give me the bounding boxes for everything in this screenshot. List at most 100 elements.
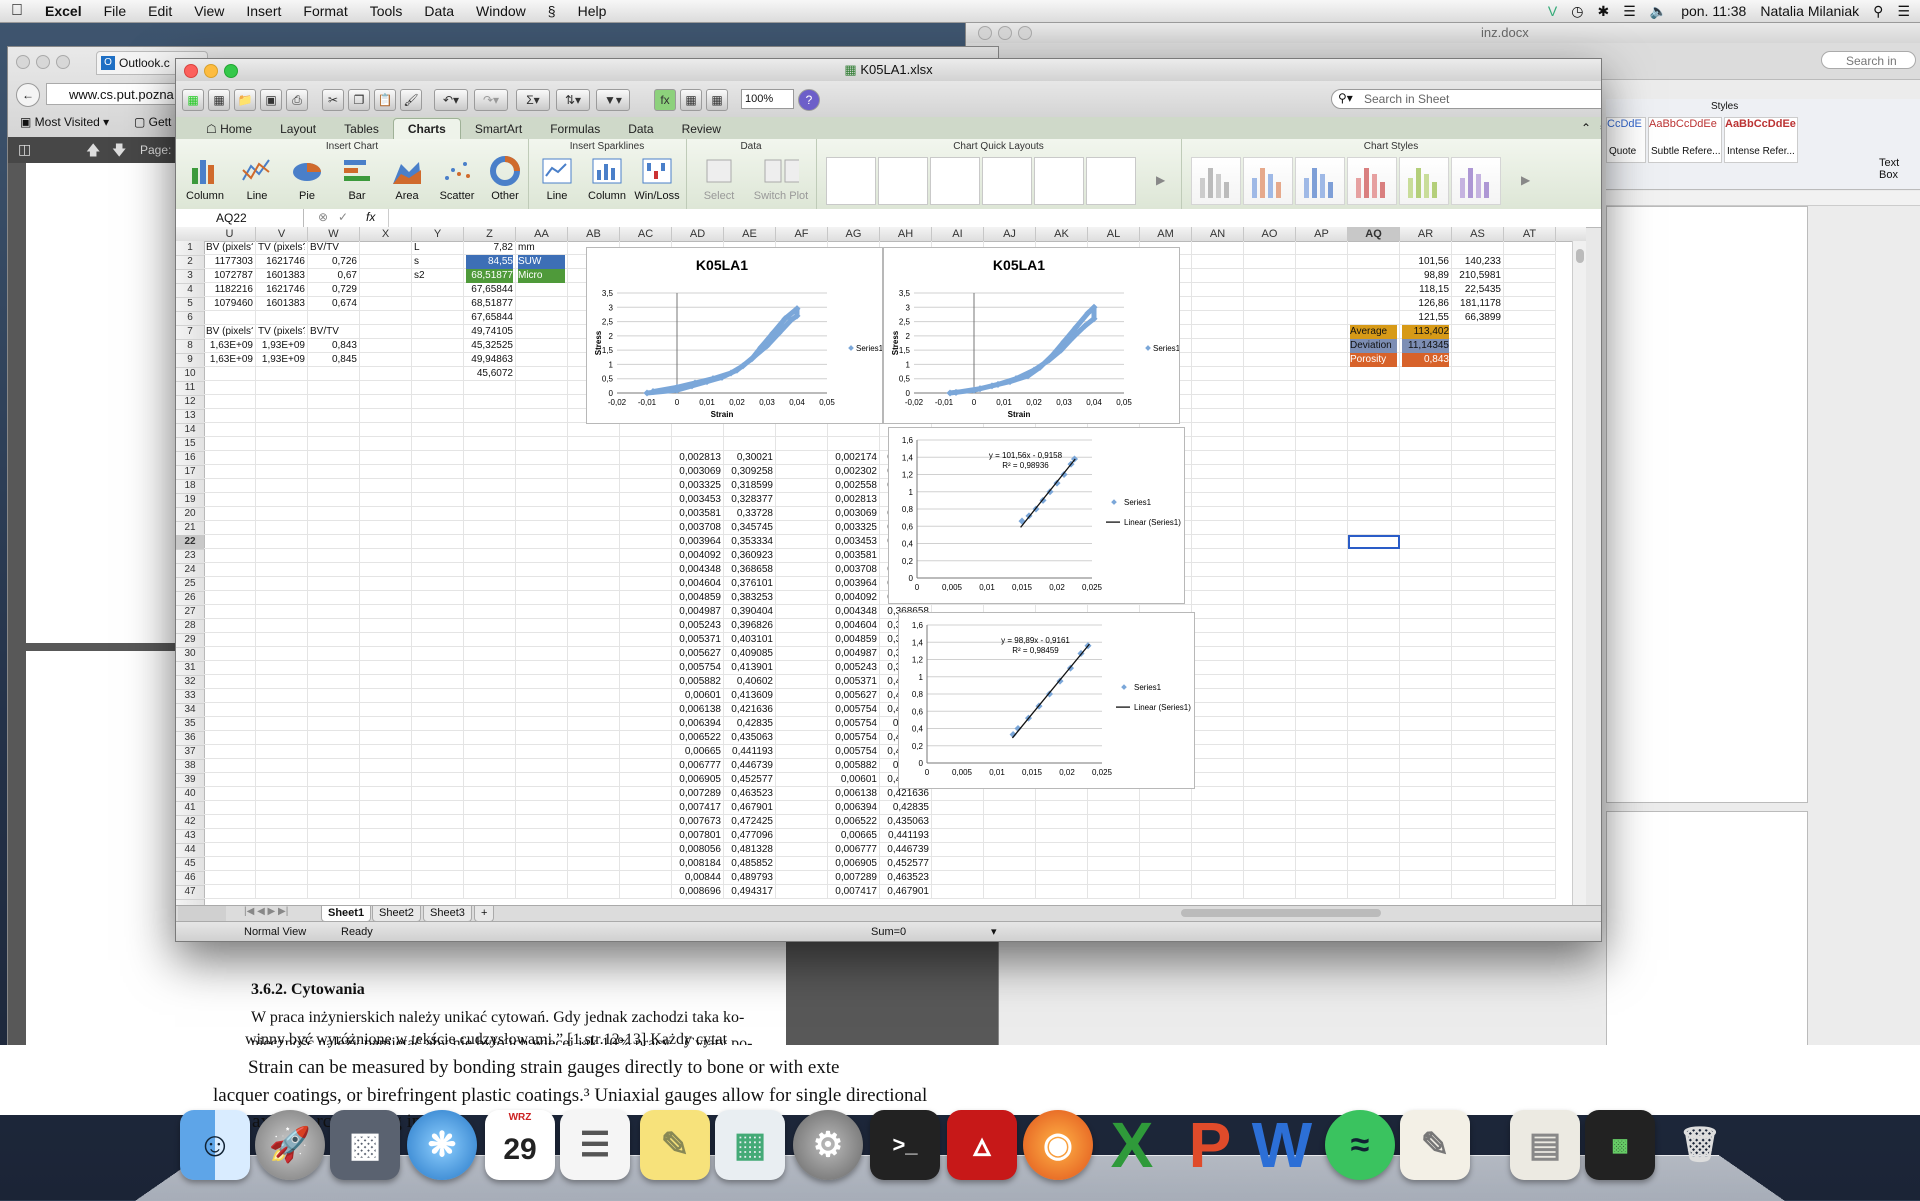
cell[interactable]: 0,435063 <box>882 815 929 829</box>
sort-icon[interactable]: ⇅▾ <box>556 89 590 111</box>
chart-style-3[interactable] <box>1295 157 1345 205</box>
word-minimize-button[interactable] <box>998 26 1012 40</box>
format-painter-icon[interactable]: 🖌 <box>400 89 422 111</box>
column-header[interactable]: AO <box>1244 227 1296 241</box>
column-header[interactable]: V <box>256 227 308 241</box>
cell[interactable]: 0,006138 <box>674 703 721 717</box>
menu-data[interactable]: Data <box>413 3 465 19</box>
column-header[interactable]: AJ <box>984 227 1036 241</box>
cell[interactable]: 67,65844 <box>466 311 513 325</box>
cell[interactable]: SUW <box>518 255 565 269</box>
cell[interactable]: 0,396826 <box>726 619 773 633</box>
menu-tools[interactable]: Tools <box>359 3 414 19</box>
cell[interactable]: 0,413609 <box>726 689 773 703</box>
cell[interactable]: BV/TV <box>310 325 357 339</box>
column-header[interactable]: X <box>360 227 412 241</box>
selected-cell[interactable] <box>1348 535 1400 549</box>
cell[interactable]: 0,004092 <box>674 549 721 563</box>
row-header[interactable]: 31 <box>176 661 204 676</box>
cell[interactable]: 0,003964 <box>674 535 721 549</box>
cell[interactable]: 0,318599 <box>726 479 773 493</box>
cell[interactable]: 0,435063 <box>726 731 773 745</box>
chart-k05la1-1[interactable]: K05LA1 0 0,5 1 1,5 2 2,5 3 3,5 -0,02 -0,01 0 0,01 0,0… <box>586 247 884 424</box>
cell[interactable]: 0,446739 <box>882 843 929 857</box>
save-icon[interactable]: ▣ <box>260 89 282 111</box>
calendar-icon[interactable]: WRZ 29 <box>485 1110 555 1180</box>
cell[interactable]: 0,004859 <box>674 591 721 605</box>
powerpoint-icon[interactable]: P <box>1175 1109 1245 1181</box>
cell[interactable]: 0,003325 <box>830 521 877 535</box>
worksheet-grid[interactable]: U V W X Y Z AA AB AC AD AE AF AG AH AI AJ AK AL AM AN AO AP AQ… <box>176 227 1586 905</box>
cell[interactable]: 1,63E+09 <box>206 353 253 367</box>
column-header[interactable]: AA <box>516 227 568 241</box>
cell[interactable]: 0,006394 <box>830 801 877 815</box>
reminders-icon[interactable]: ☰ <box>560 1110 630 1180</box>
average-label[interactable]: Average <box>1350 325 1397 339</box>
redo-icon[interactable]: ↷▾ <box>474 89 508 111</box>
name-box[interactable]: AQ22 <box>176 209 304 227</box>
cell[interactable]: 0,003069 <box>830 507 877 521</box>
chart-style-6[interactable] <box>1451 157 1501 205</box>
row-header[interactable]: 12 <box>176 395 204 410</box>
cell[interactable]: 1182216 <box>206 283 253 297</box>
sum-dropdown-icon[interactable]: ▾ <box>991 922 997 941</box>
layouts-scroll-icon[interactable]: ▶ <box>1156 173 1165 187</box>
collapse-ribbon-icon[interactable]: ⌃ <box>1581 121 1591 135</box>
next-page-icon[interactable]: 🡇 <box>112 140 126 164</box>
chart-style-2[interactable] <box>1243 157 1293 205</box>
quick-layout-5[interactable] <box>1034 157 1084 205</box>
cell[interactable]: 0,467901 <box>726 801 773 815</box>
menu-file[interactable]: File <box>93 3 138 19</box>
close-button[interactable] <box>184 64 198 78</box>
cell[interactable]: s2 <box>414 269 461 283</box>
cell[interactable]: 0,008696 <box>674 885 721 899</box>
launchpad-icon[interactable]: 🚀 <box>255 1110 325 1180</box>
cell[interactable]: 1601383 <box>258 297 305 311</box>
column-header[interactable]: AQ <box>1348 227 1400 241</box>
chart-style-5[interactable] <box>1399 157 1449 205</box>
column-header[interactable]: Z <box>464 227 516 241</box>
style-quote[interactable]: Quote CcDdE <box>1606 117 1646 163</box>
column-header[interactable]: Y <box>412 227 464 241</box>
vpn-icon[interactable]: V <box>1548 3 1557 19</box>
cell[interactable]: BV (pixels? <box>206 325 253 339</box>
cell[interactable]: 0,005882 <box>674 675 721 689</box>
cell[interactable]: 0,003325 <box>674 479 721 493</box>
row-header[interactable]: 38 <box>176 759 204 774</box>
word-icon[interactable]: W <box>1247 1109 1317 1181</box>
cell[interactable]: 1,93E+09 <box>258 339 305 353</box>
cell[interactable]: Micro <box>518 269 565 283</box>
app-menu[interactable]: Excel <box>34 3 93 19</box>
row-header[interactable]: 9 <box>176 353 204 368</box>
formula-input[interactable] <box>388 209 1579 227</box>
row-header[interactable]: 47 <box>176 885 204 900</box>
row-header[interactable]: 22 <box>176 535 204 550</box>
cell[interactable]: 0,004604 <box>830 619 877 633</box>
tab-layout[interactable]: Layout <box>266 119 330 139</box>
column-header[interactable]: W <box>308 227 360 241</box>
activity-monitor-icon[interactable]: ▩ <box>1585 1110 1655 1180</box>
cell[interactable]: 0,005754 <box>674 661 721 675</box>
cell[interactable]: 0,006905 <box>830 857 877 871</box>
column-header[interactable]: AR <box>1400 227 1452 241</box>
cell[interactable]: 0,005371 <box>830 675 877 689</box>
row-header[interactable]: 23 <box>176 549 204 564</box>
chart-linear-2[interactable]: 0 0,2 0,4 0,6 0,8 1 1,2 1,4 1,6 0 0,005 0,01 0,015 0,… <box>898 612 1195 789</box>
cell[interactable]: 0,003453 <box>674 493 721 507</box>
row-header[interactable]: 24 <box>176 563 204 578</box>
quick-layout-2[interactable] <box>878 157 928 205</box>
sheet-tab-1[interactable]: Sheet1 <box>321 906 372 922</box>
row-header[interactable]: 17 <box>176 465 204 480</box>
menu-insert[interactable]: Insert <box>235 3 292 19</box>
sidebar-toggle-icon[interactable]: ◫ <box>18 141 31 158</box>
show-hide-icon[interactable]: ▦ <box>680 89 702 111</box>
row-header[interactable]: 5 <box>176 297 204 312</box>
cell[interactable]: 0,003964 <box>830 577 877 591</box>
cell[interactable]: 126,86 <box>1402 297 1449 311</box>
cell[interactable]: TV (pixels? <box>258 325 305 339</box>
cell[interactable]: 0,007289 <box>830 871 877 885</box>
new-sheet-icon[interactable]: ▦ <box>182 89 204 111</box>
row-header[interactable]: 45 <box>176 857 204 872</box>
cell[interactable]: 0,005754 <box>830 745 877 759</box>
row-header[interactable]: 8 <box>176 339 204 354</box>
